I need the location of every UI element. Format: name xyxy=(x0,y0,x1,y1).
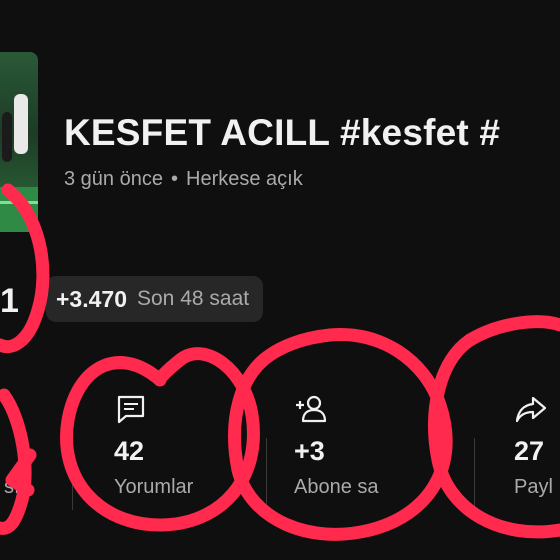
views-count: 1 xyxy=(0,282,19,320)
video-meta: 3 gün önce • Herkese açık xyxy=(64,168,303,191)
video-thumbnail[interactable] xyxy=(0,52,38,232)
stat-card-comments[interactable]: 42 Yorumlar xyxy=(114,392,244,512)
subscribers-label: Abone sa xyxy=(294,476,379,498)
annotation-stroke xyxy=(463,315,560,347)
stat-divider xyxy=(72,438,73,510)
add-person-icon xyxy=(296,395,327,423)
subscribers-count: +3 xyxy=(294,436,325,466)
video-title[interactable]: KESFET ACILL #kesfet # xyxy=(64,112,500,154)
thumbnail-line xyxy=(0,201,38,204)
views-label: sı xyxy=(4,476,20,498)
stat-card-subscribers[interactable]: +3 Abone sa xyxy=(294,392,444,512)
meta-separator: • xyxy=(170,168,178,190)
growth-label: Son 48 saat xyxy=(137,287,250,310)
shares-label: Payl xyxy=(514,476,553,498)
stat-card-shares[interactable]: 27 Payl xyxy=(514,392,560,512)
upload-age: 3 gün önce xyxy=(64,168,163,190)
share-icon xyxy=(515,396,547,423)
growth-value: +3.470 xyxy=(56,285,127,312)
growth-chip: +3.470 Son 48 saat xyxy=(46,276,264,322)
comments-label: Yorumlar xyxy=(114,476,194,498)
shares-count: 27 xyxy=(514,436,545,466)
thumbnail-figure xyxy=(2,112,12,162)
comments-count: 42 xyxy=(114,436,145,466)
stat-card-views[interactable]: sı xyxy=(0,392,40,512)
stat-divider xyxy=(474,438,475,510)
visibility-label: Herkese açık xyxy=(186,168,303,190)
thumbnail-figure xyxy=(14,94,28,154)
stat-divider xyxy=(266,438,267,510)
thumbnail-floor xyxy=(0,187,38,232)
comment-icon xyxy=(117,395,145,424)
